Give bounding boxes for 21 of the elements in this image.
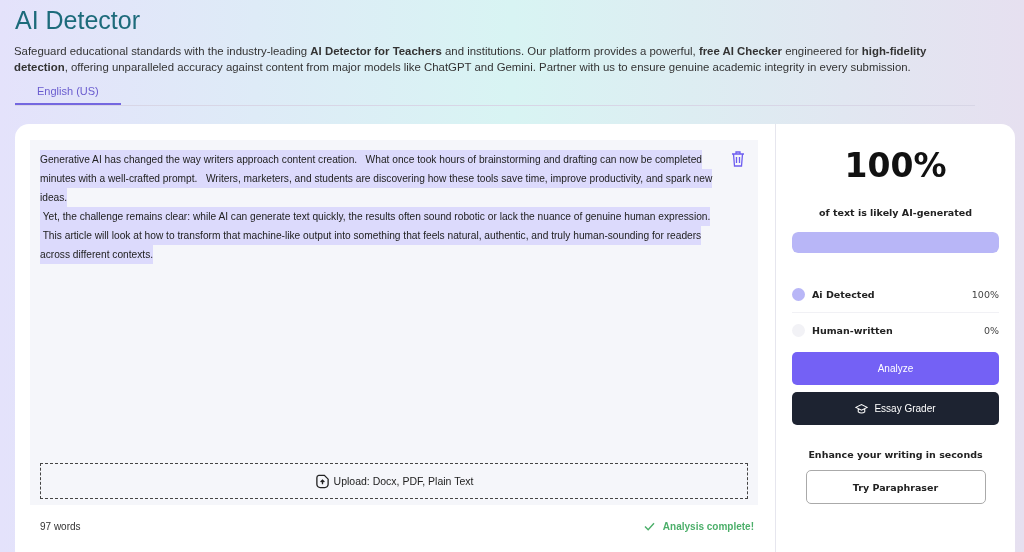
promo-text: Enhance your writing in seconds: [808, 449, 983, 460]
word-count: 97 words: [40, 521, 81, 532]
check-icon: [643, 522, 655, 531]
trash-icon[interactable]: [730, 150, 746, 168]
legend-value: 0%: [983, 325, 999, 336]
legend-value: 100%: [971, 289, 999, 300]
upload-button[interactable]: Upload: Docx, PDF, Plain Text: [40, 463, 748, 499]
essay-grader-button[interactable]: Essay Grader: [792, 392, 999, 425]
language-tab[interactable]: English (US): [15, 81, 121, 105]
paraphraser-button[interactable]: Try Paraphraser: [805, 470, 986, 504]
analyze-button[interactable]: Analyze: [792, 352, 999, 385]
legend-label: Human-written: [812, 325, 894, 336]
legend-label: Ai Detected: [812, 289, 876, 300]
score-caption: of text is likely AI-generated: [818, 207, 973, 218]
graduation-cap-icon: [855, 402, 869, 415]
upload-icon: [314, 473, 330, 489]
text-input-field[interactable]: [30, 140, 758, 505]
score-value: 100%: [844, 146, 947, 185]
status-text: Analysis complete!: [662, 521, 754, 532]
description: Safeguard educational standards with the industry-leading AI Detector for Teachers and institutions. Our platform provides a powerful, free AI Checker engineered for high-fidelity detection, offering unparalleled accuracy against content from major models like ChatGPT and Gemini. Partner with us to ensure genuine academic integrity in every submission.: [14, 44, 928, 75]
page-title: AI Detector: [15, 5, 142, 35]
